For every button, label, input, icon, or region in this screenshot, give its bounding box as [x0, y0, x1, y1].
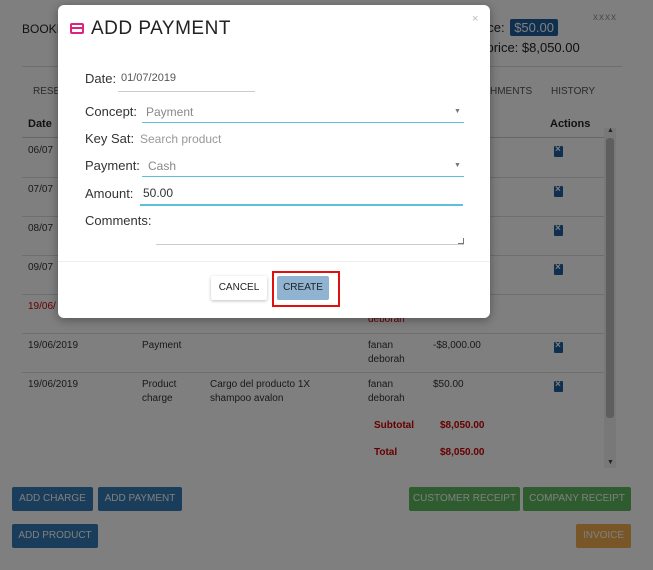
- modal-header: ADD PAYMENT ×: [58, 5, 490, 49]
- resize-handle-icon[interactable]: [458, 238, 464, 244]
- amount-input[interactable]: 50.00: [143, 186, 173, 200]
- comments-textarea[interactable]: [156, 217, 464, 245]
- keysat-label: Key Sat:: [85, 131, 135, 146]
- amount-underline: [140, 204, 463, 206]
- highlight-box: [272, 271, 340, 307]
- date-label: Date:: [85, 71, 117, 86]
- cancel-button[interactable]: CANCEL: [211, 276, 267, 300]
- comments-label: Comments:: [85, 213, 152, 228]
- modal-footer-divider: [58, 261, 490, 262]
- concept-label: Concept:: [85, 104, 138, 119]
- chevron-down-icon: ▼: [454, 162, 461, 169]
- amount-label: Amount:: [85, 186, 134, 201]
- date-underline: [118, 91, 255, 92]
- modal-title: ADD PAYMENT: [91, 18, 231, 39]
- payment-method-select[interactable]: Cash: [148, 159, 176, 173]
- keysat-search-input[interactable]: Search product: [140, 132, 221, 146]
- chevron-down-icon: ▼: [454, 108, 461, 115]
- concept-select[interactable]: Payment: [146, 105, 193, 119]
- payment-label: Payment:: [85, 158, 140, 173]
- payment-underline: [142, 176, 464, 177]
- concept-underline: [142, 122, 464, 123]
- date-input[interactable]: 01/07/2019: [121, 72, 176, 84]
- close-icon[interactable]: ×: [472, 13, 478, 25]
- credit-card-icon: [70, 23, 84, 34]
